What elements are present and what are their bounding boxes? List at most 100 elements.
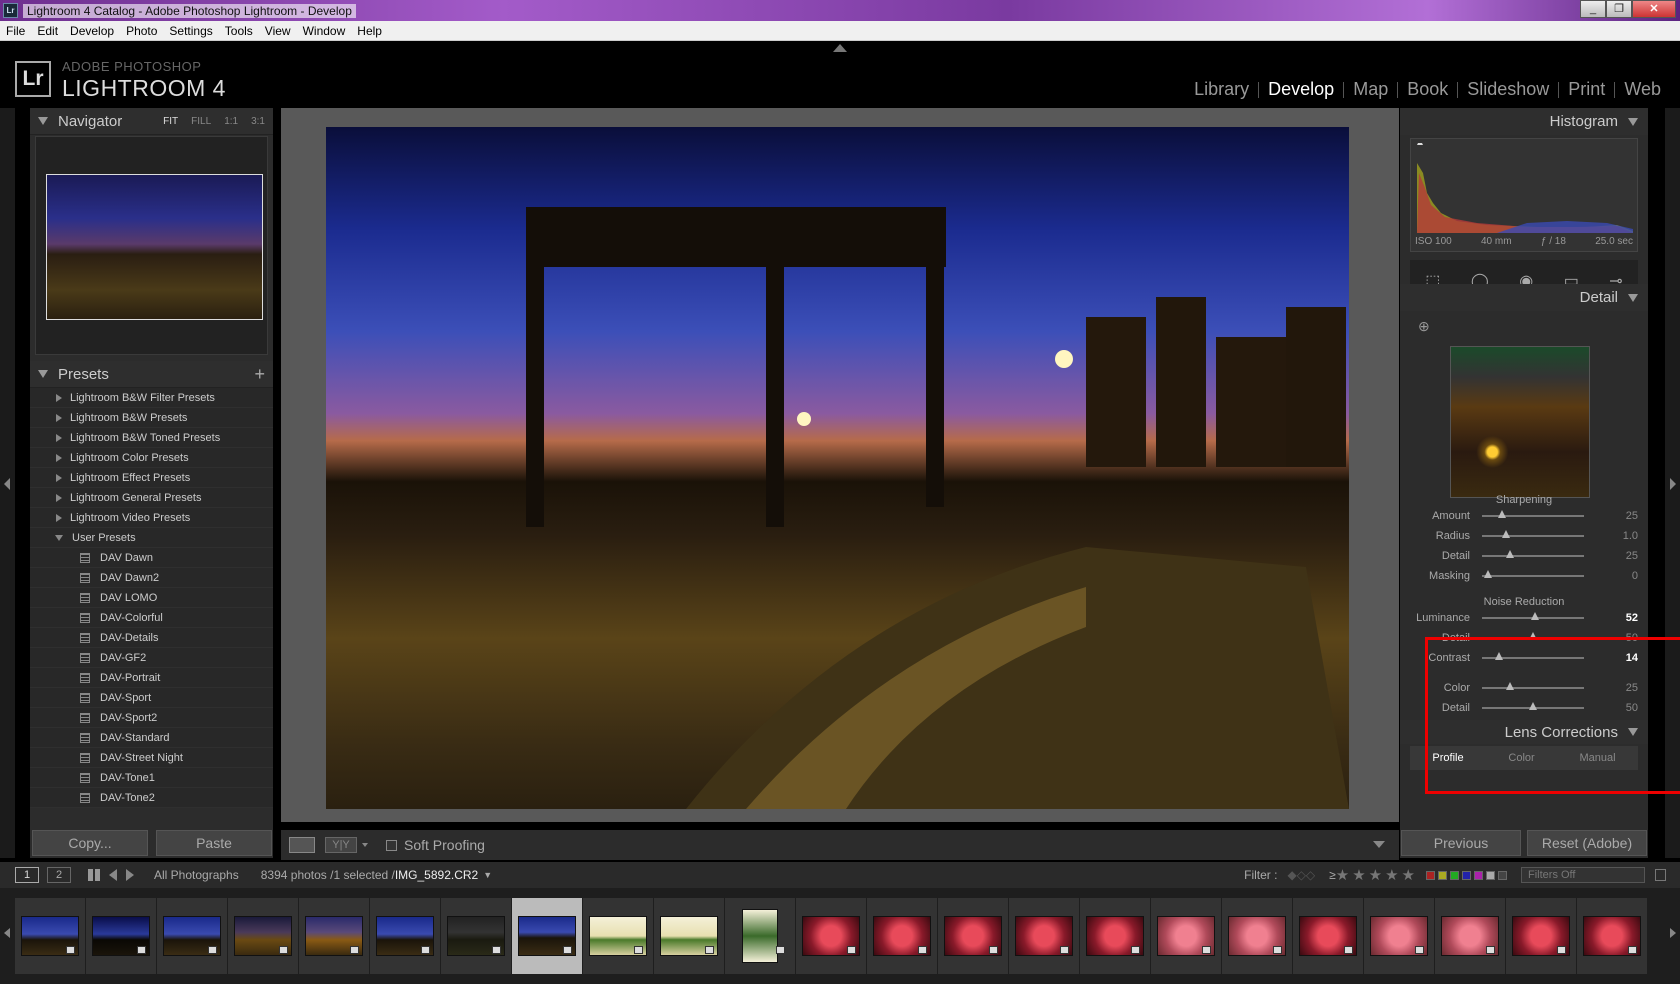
module-map[interactable]: Map	[1344, 79, 1397, 100]
histogram[interactable]	[1410, 138, 1638, 252]
preset-folder[interactable]: Lightroom B&W Presets	[30, 408, 273, 428]
slider-value[interactable]: 0	[1632, 570, 1638, 582]
rating-filter-stars[interactable]: ★★★★★	[1336, 866, 1418, 884]
minimize-icon[interactable]: _	[1580, 0, 1606, 18]
thumbnail[interactable]	[938, 898, 1008, 974]
slider-value[interactable]: 25	[1626, 550, 1638, 562]
rating-operator[interactable]: ≥	[1329, 868, 1336, 882]
preset-folder[interactable]: Lightroom General Presets	[30, 488, 273, 508]
slider-track[interactable]	[1482, 515, 1584, 517]
before-after-button[interactable]: Y|Y	[325, 837, 357, 853]
custom-label-icon[interactable]	[1486, 870, 1495, 880]
filter-preset-select[interactable]: Filters Off	[1521, 867, 1645, 883]
zoom-3-1[interactable]: 3:1	[251, 116, 265, 127]
filename[interactable]: IMG_5892.CR2	[395, 868, 478, 882]
detail-header[interactable]: Detail	[1400, 284, 1648, 311]
preset-item[interactable]: DAV-Sport2	[30, 708, 273, 728]
slider-track[interactable]	[1482, 575, 1584, 577]
thumbnail[interactable]	[1009, 898, 1079, 974]
loupe-view-icon[interactable]	[289, 837, 315, 853]
menu-window[interactable]: Window	[297, 24, 352, 38]
zoom-fill[interactable]: FILL	[191, 116, 211, 127]
close-icon[interactable]: ✕	[1632, 0, 1676, 18]
slider-thumb[interactable]	[1502, 530, 1511, 538]
previous-button[interactable]: Previous	[1401, 830, 1521, 856]
module-develop[interactable]: Develop	[1259, 79, 1343, 100]
preset-item[interactable]: DAV-Portrait	[30, 668, 273, 688]
before-after-dropdown-icon[interactable]	[362, 843, 368, 847]
filmstrip-right-icon[interactable]	[1670, 928, 1676, 938]
maximize-icon[interactable]: ❐	[1606, 0, 1632, 18]
preset-folder[interactable]: Lightroom Effect Presets	[30, 468, 273, 488]
preset-item[interactable]: DAV-Tone1	[30, 768, 273, 788]
detail-target-icon[interactable]: ⊕	[1418, 318, 1430, 335]
preset-item[interactable]: DAV-Sport	[30, 688, 273, 708]
preset-folder[interactable]: Lightroom Video Presets	[30, 508, 273, 528]
thumbnail[interactable]	[370, 898, 440, 974]
thumbnail[interactable]	[796, 898, 866, 974]
toolbar-menu-icon[interactable]	[1373, 841, 1385, 848]
copy-button[interactable]: Copy...	[32, 830, 148, 856]
module-print[interactable]: Print	[1559, 79, 1614, 100]
menu-tools[interactable]: Tools	[219, 24, 259, 38]
green-label-icon[interactable]	[1450, 870, 1459, 880]
thumbnail[interactable]	[86, 898, 156, 974]
thumbnail[interactable]	[157, 898, 227, 974]
main-photo[interactable]	[326, 127, 1349, 809]
collapse-left-icon[interactable]	[4, 478, 10, 490]
secondary-window-button[interactable]: 2	[47, 867, 71, 883]
thumbnail-selected[interactable]	[512, 898, 582, 974]
thumbnail[interactable]	[1080, 898, 1150, 974]
menu-edit[interactable]: Edit	[31, 24, 64, 38]
flag-filter-icon[interactable]: ◆◇◇	[1287, 868, 1315, 882]
menu-develop[interactable]: Develop	[64, 24, 120, 38]
thumbnail[interactable]	[299, 898, 369, 974]
slider-value[interactable]: 1.0	[1623, 530, 1638, 542]
preset-item[interactable]: DAV-Standard	[30, 728, 273, 748]
thumbnail[interactable]	[228, 898, 298, 974]
menu-view[interactable]: View	[259, 24, 297, 38]
detail-preview[interactable]	[1450, 346, 1590, 498]
yellow-label-icon[interactable]	[1438, 870, 1447, 880]
paste-button[interactable]: Paste	[156, 830, 272, 856]
grid-view-icon[interactable]	[88, 869, 100, 881]
slider-track[interactable]	[1482, 555, 1584, 557]
menu-photo[interactable]: Photo	[120, 24, 163, 38]
filter-lock-icon[interactable]	[1655, 869, 1666, 881]
slider-value[interactable]: 25	[1626, 510, 1638, 522]
add-preset-icon[interactable]: +	[254, 364, 265, 385]
preset-folder[interactable]: Lightroom B&W Filter Presets	[30, 388, 273, 408]
thumbnail[interactable]	[1435, 898, 1505, 974]
module-book[interactable]: Book	[1398, 79, 1457, 100]
collapse-top-icon[interactable]	[833, 44, 847, 52]
filmstrip-left-icon[interactable]	[4, 928, 10, 938]
thumbnail[interactable]	[583, 898, 653, 974]
presets-header[interactable]: Presets +	[30, 361, 273, 388]
thumbnail[interactable]	[725, 898, 795, 974]
no-label-icon[interactable]	[1498, 870, 1507, 880]
slider-value[interactable]: 52	[1626, 612, 1638, 624]
thumbnail[interactable]	[867, 898, 937, 974]
reset-button[interactable]: Reset (Adobe)	[1527, 830, 1647, 856]
thumbnail[interactable]	[1151, 898, 1221, 974]
module-slideshow[interactable]: Slideshow	[1458, 79, 1558, 100]
zoom-fit[interactable]: FIT	[163, 116, 178, 127]
slider-thumb[interactable]	[1531, 612, 1540, 620]
module-web[interactable]: Web	[1615, 79, 1670, 100]
menu-file[interactable]: File	[0, 24, 31, 38]
thumbnail[interactable]	[1364, 898, 1434, 974]
back-arrow-icon[interactable]	[109, 869, 117, 881]
preset-item[interactable]: DAV-Colorful	[30, 608, 273, 628]
menu-settings[interactable]: Settings	[163, 24, 218, 38]
primary-window-button[interactable]: 1	[15, 867, 39, 883]
thumbnail[interactable]	[1506, 898, 1576, 974]
filename-dropdown-icon[interactable]: ▼	[483, 870, 492, 880]
color-label-filter[interactable]	[1426, 870, 1507, 880]
thumbnail[interactable]	[1293, 898, 1363, 974]
purple-label-icon[interactable]	[1474, 870, 1483, 880]
red-label-icon[interactable]	[1426, 870, 1435, 880]
slider-track[interactable]	[1482, 535, 1584, 537]
menu-help[interactable]: Help	[351, 24, 388, 38]
histogram-header[interactable]: Histogram	[1400, 108, 1648, 135]
soft-proofing-checkbox[interactable]	[386, 839, 397, 851]
